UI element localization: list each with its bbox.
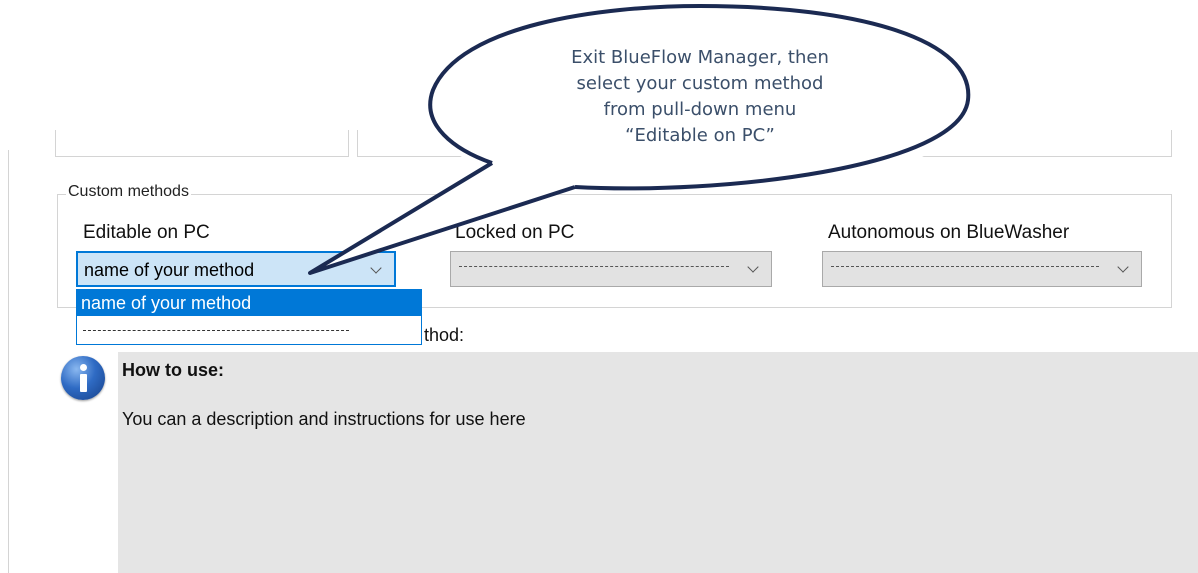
callout-text: Exit BlueFlow Manager, then select your … [490, 45, 910, 149]
callout-line: Exit BlueFlow Manager, then [571, 47, 829, 68]
callout-line: select your custom method [576, 73, 824, 94]
callout-line: from pull-down menu [603, 99, 797, 120]
callout-line: “Editable on PC” [625, 125, 775, 146]
